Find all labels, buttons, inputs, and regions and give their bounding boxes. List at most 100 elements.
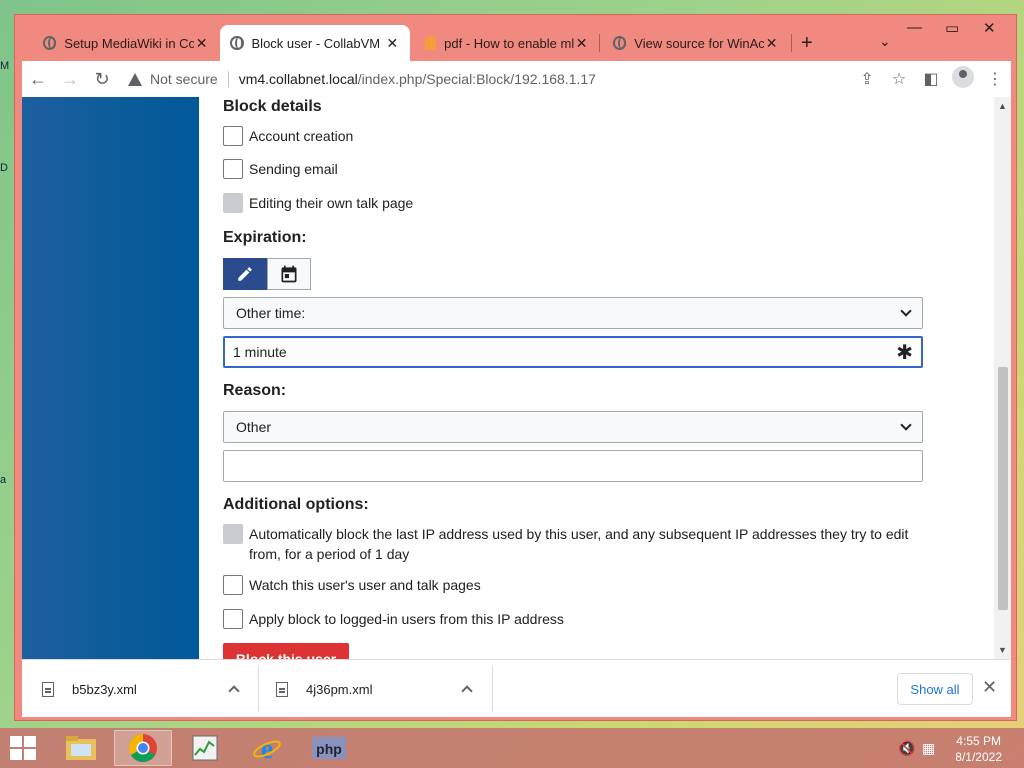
reason-select[interactable]: Other: [223, 411, 923, 443]
expiry-select-value: Other time:: [236, 305, 306, 321]
clock-time: 4:55 PM: [956, 734, 1001, 748]
tab-divider: [791, 34, 792, 52]
address-bar[interactable]: Not secure vm4.collabnet.local/index.php…: [118, 65, 851, 93]
security-indicator[interactable]: Not secure: [150, 71, 218, 87]
close-icon[interactable]: ✕: [194, 35, 209, 52]
pdf-icon: [425, 36, 437, 50]
minimize-icon[interactable]: —: [907, 19, 922, 36]
desktop-icon-fragment[interactable]: M: [0, 60, 14, 74]
new-tab-button[interactable]: +: [801, 32, 813, 55]
download-item[interactable]: 4j36pm.xml: [276, 660, 476, 718]
checkbox-label[interactable]: Editing their own talk page: [249, 193, 919, 213]
file-icon: [42, 681, 54, 697]
download-filename[interactable]: 4j36pm.xml: [306, 682, 372, 697]
taskbar-internet-explorer[interactable]: e: [238, 730, 296, 766]
tab-setup-mediawiki[interactable]: Setup MediaWiki in Coll ✕: [33, 25, 219, 61]
page-scrollbar[interactable]: ▲ ▼: [994, 97, 1011, 659]
file-icon: [276, 681, 288, 697]
bookmark-star-icon[interactable]: ☆: [883, 69, 915, 89]
expiry-other-input[interactable]: 1 minute ✱: [223, 336, 923, 368]
warning-icon[interactable]: [128, 72, 142, 86]
edit-expiry-button[interactable]: [223, 258, 267, 290]
network-icon[interactable]: ▦: [922, 740, 935, 757]
tab-view-source[interactable]: View source for WinAc ✕: [603, 25, 789, 61]
taskbar-php[interactable]: php: [300, 730, 358, 766]
close-icon[interactable]: ✕: [385, 35, 400, 52]
expiration-heading: Expiration:: [223, 229, 307, 246]
checkbox-autoblock[interactable]: Automatically block the last IP address …: [223, 524, 919, 564]
scroll-up-icon[interactable]: ▲: [994, 101, 1011, 111]
url-host: vm4.collabnet.local: [238, 71, 358, 87]
checkbox-hard-block[interactable]: Apply block to logged-in users from this…: [223, 609, 919, 629]
side-panel-icon[interactable]: ◧: [915, 69, 947, 89]
site-sidebar: [22, 97, 199, 659]
additional-options-heading: Additional options:: [223, 496, 369, 513]
windows-logo-icon: [10, 749, 22, 760]
profile-button[interactable]: [947, 65, 979, 93]
maximize-icon[interactable]: ▭: [945, 19, 959, 37]
checkbox-sending-email[interactable]: Sending email: [223, 159, 919, 179]
taskbar-task-manager[interactable]: [176, 730, 234, 766]
block-user-submit-button[interactable]: Block this user: [223, 643, 349, 659]
block-details-heading: Block details: [223, 98, 322, 115]
globe-icon: [43, 36, 57, 50]
checkbox[interactable]: [223, 126, 243, 146]
forward-icon[interactable]: →: [54, 69, 86, 90]
reload-icon[interactable]: ↻: [86, 69, 118, 90]
checkbox-label[interactable]: Watch this user's user and talk pages: [249, 575, 919, 595]
system-clock[interactable]: 4:55 PM 8/1/2022: [955, 733, 1002, 765]
desktop-icon-fragment[interactable]: a: [0, 474, 14, 488]
calendar-icon: [281, 265, 297, 283]
scroll-thumb[interactable]: [998, 367, 1008, 610]
reason-heading: Reason:: [223, 382, 287, 399]
start-button[interactable]: [10, 736, 38, 760]
checkbox-watch-pages[interactable]: Watch this user's user and talk pages: [223, 575, 919, 595]
url-path: /index.php/Special:Block/192.168.1.17: [357, 71, 596, 87]
close-icon[interactable]: ✕: [764, 35, 779, 52]
checkbox-label[interactable]: Automatically block the last IP address …: [249, 524, 919, 564]
task-manager-icon: [192, 735, 218, 761]
checkbox-label[interactable]: Apply block to logged-in users from this…: [249, 609, 919, 629]
show-all-downloads-button[interactable]: Show all: [897, 673, 973, 705]
chrome-icon: [129, 734, 157, 762]
taskbar-file-explorer[interactable]: [52, 730, 110, 766]
chevron-down-icon: [900, 419, 912, 431]
checkbox[interactable]: [223, 609, 243, 629]
tab-title: Setup MediaWiki in Coll: [64, 35, 195, 51]
avatar: [952, 65, 974, 88]
required-asterisk-icon: ✱: [896, 341, 913, 364]
checkbox-label[interactable]: Account creation: [249, 126, 919, 146]
omnibox-divider: [227, 71, 229, 87]
menu-kebab-icon[interactable]: ⋮: [979, 69, 1011, 89]
checkbox[interactable]: [223, 524, 243, 544]
download-divider: [492, 666, 493, 712]
share-icon[interactable]: ⇪: [851, 69, 883, 89]
download-divider: [258, 666, 259, 712]
scroll-down-icon[interactable]: ▼: [994, 645, 1011, 655]
tab-block-user[interactable]: Block user - CollabVM ✕: [220, 25, 410, 61]
expiry-select[interactable]: Other time:: [223, 297, 923, 329]
calendar-expiry-button[interactable]: [267, 258, 311, 290]
checkbox[interactable]: [223, 575, 243, 595]
close-icon[interactable]: ✕: [982, 677, 997, 698]
tab-title: View source for WinAc: [634, 35, 765, 51]
back-icon[interactable]: ←: [22, 69, 54, 90]
chevron-down-icon: [900, 305, 912, 317]
download-filename[interactable]: b5bz3y.xml: [72, 682, 137, 697]
tab-pdf-enable[interactable]: pdf - How to enable ml ✕: [415, 25, 599, 61]
checkbox-editing-talk-page[interactable]: Editing their own talk page: [223, 193, 919, 213]
checkbox-label[interactable]: Sending email: [249, 159, 919, 179]
desktop-icon-fragment[interactable]: D: [0, 162, 14, 176]
close-icon[interactable]: ✕: [574, 35, 589, 52]
checkbox-account-creation[interactable]: Account creation: [223, 126, 919, 146]
volume-muted-icon[interactable]: 🔇: [898, 740, 915, 757]
taskbar-chrome[interactable]: [114, 730, 172, 766]
download-item[interactable]: b5bz3y.xml: [42, 660, 242, 718]
close-window-icon[interactable]: ✕: [983, 19, 996, 37]
expiry-input-value: 1 minute: [233, 344, 287, 360]
tab-search-chevron-icon[interactable]: ⌄: [879, 33, 891, 50]
reason-other-input[interactable]: [223, 450, 923, 482]
checkbox[interactable]: [223, 159, 243, 179]
checkbox[interactable]: [223, 193, 243, 213]
tab-divider: [599, 34, 600, 52]
